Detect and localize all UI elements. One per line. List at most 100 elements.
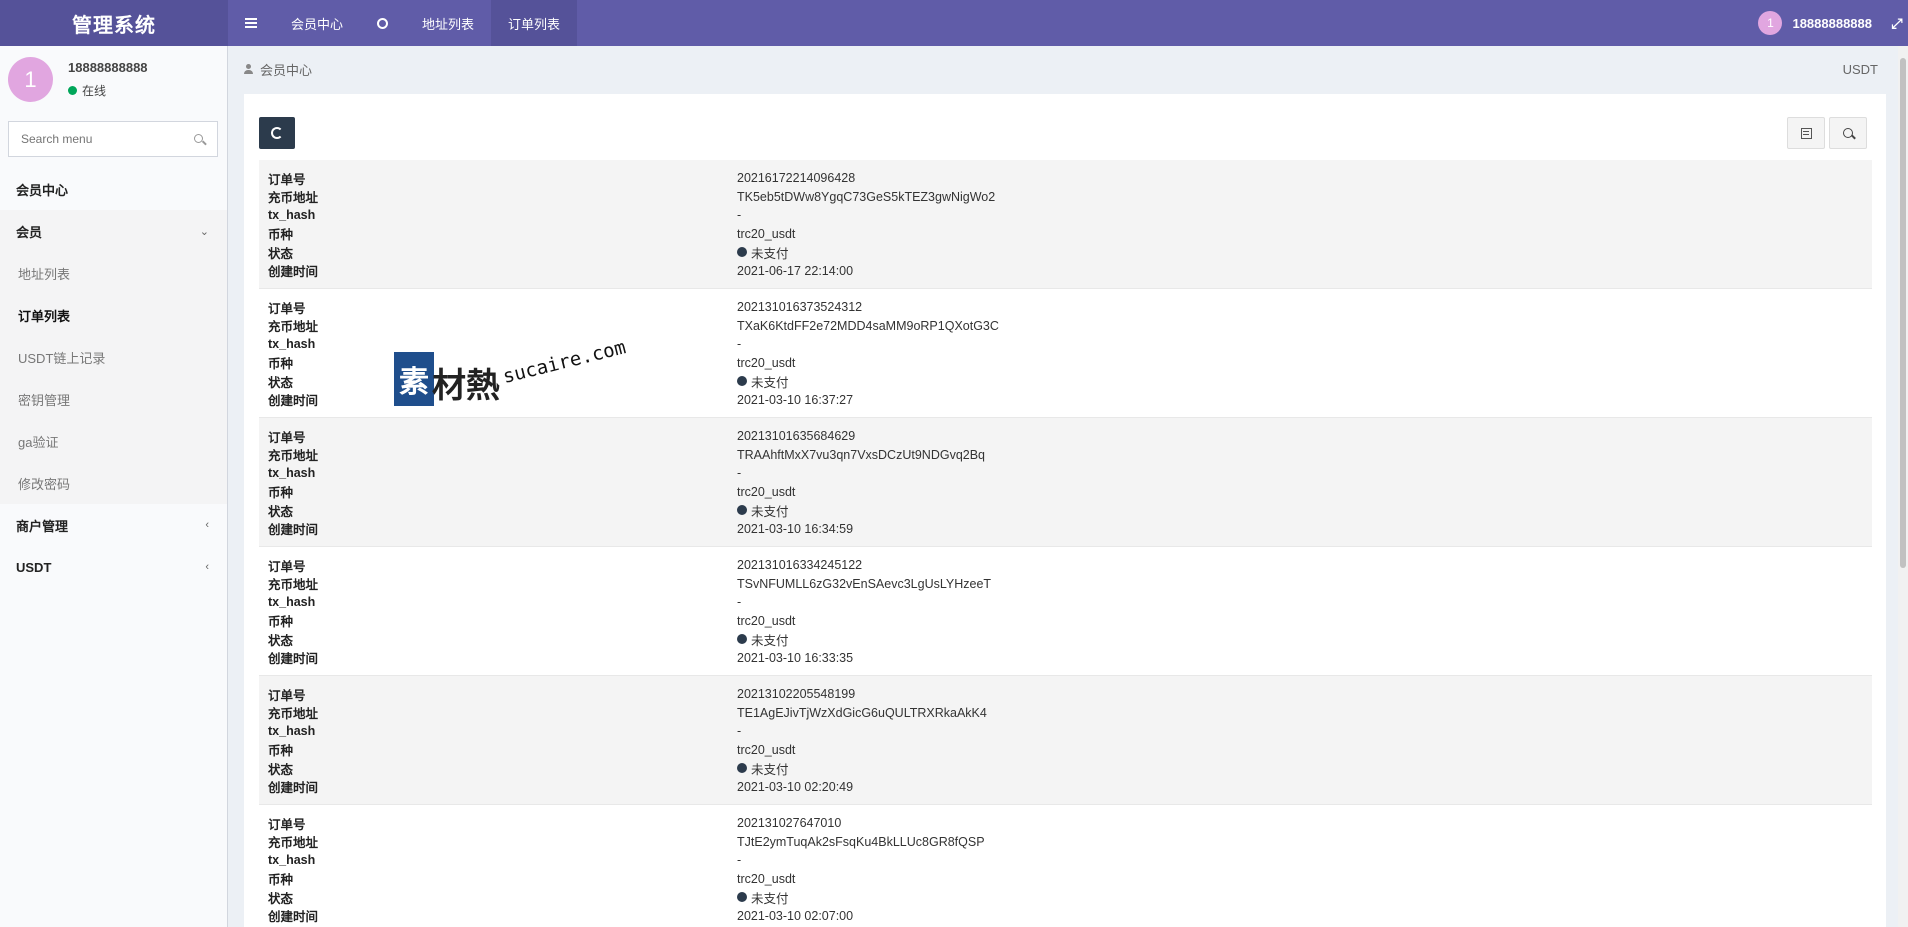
field-line-tx-hash: tx_hash - [259,851,1872,870]
field-line-order-no: 订单号 20216172214096428 [259,169,1872,188]
user-menu[interactable]: 1 18888888888 [1744,11,1886,35]
top-nav: 会员中心 地址列表 订单列表 [228,0,578,46]
field-label: tx_hash [268,208,316,223]
top-right-area: 1 18888888888 ⤢ [1744,0,1908,46]
list-item: 订单号 202131027647010 充币地址 TJtE2ymTuqAk2sFsqK… [259,805,1872,927]
sidebar-item-usdt-records[interactable]: USDT链上记录 [0,336,227,378]
search-button[interactable] [1829,117,1867,149]
field-line-tx-hash: tx_hash - [259,206,1872,225]
search-icon[interactable] [194,134,203,143]
sidebar-item-merchant[interactable]: 商户管理 ‹ [0,504,227,546]
breadcrumb-current[interactable]: 会员中心 [260,60,312,79]
field-label: 币种 [268,744,294,759]
list-item: 订单号 202131016334245122 充币地址 TSvNFUMLL6zG32v… [259,547,1872,676]
member-submenu: 地址列表 订单列表 USDT链上记录 密钥管理 ga验证 修改密码 [0,252,227,504]
user-name: 18888888888 [1792,15,1872,31]
avatar: 1 [1758,11,1783,35]
field-line-tx-hash: tx_hash - [259,593,1872,612]
sidebar-item-usdt[interactable]: USDT ‹ [0,546,227,588]
status-badge: 未支付 [751,375,789,390]
field-value-address: TSvNFUMLL6zG32vEnSAevc3LgUsLYHzeeT [737,576,992,591]
field-value-coin: trc20_usdt [737,613,796,628]
status-dot-icon [737,376,747,387]
field-label: tx_hash [268,595,316,610]
field-line-created: 创建时间 2021-03-10 16:34:59 [259,520,1872,539]
field-label: 订单号 [268,172,306,187]
field-value-status: 未支付 [737,243,789,262]
field-line-status: 状态 未支付 [259,888,1872,907]
field-line-address: 充币地址 TXaK6KtdFF2e72MDD4saMM9oRP1QXotG3C [259,317,1872,336]
vertical-scrollbar[interactable] [1898,46,1908,927]
field-value-coin: trc20_usdt [737,226,796,241]
tab-address-list[interactable]: 地址列表 [405,0,491,46]
field-line-status: 状态 未支付 [259,501,1872,520]
toggle-view-button[interactable] [1787,117,1825,149]
status-dot-icon [737,247,747,258]
field-line-address: 充币地址 TK5eb5tDWw8YgqC73GeS5kTEZ3gwNigWo2 [259,188,1872,207]
field-value-address: TXaK6KtdFF2e72MDD4saMM9oRP1QXotG3C [737,318,999,333]
field-label: 状态 [268,246,294,261]
field-value-created: 2021-03-10 16:37:27 [737,392,854,407]
status-badge: 未支付 [751,633,789,648]
sidebar-item-change-password[interactable]: 修改密码 [0,462,227,504]
search-input[interactable] [9,122,179,156]
sidebar-toggle-button[interactable] [228,0,274,46]
watermark-mark: 素 [394,352,434,406]
user-panel: 1 18888888888 在线 [0,46,227,118]
scrollbar-thumb[interactable] [1900,58,1906,568]
field-label: 订单号 [268,817,306,832]
refresh-button[interactable] [259,117,295,149]
field-value-address: TJtE2ymTuqAk2sFsqKu4BkLLUc8GR8fQSP [737,834,985,849]
field-label: tx_hash [268,466,316,481]
sidebar-item-key-management[interactable]: 密钥管理 [0,378,227,420]
field-value-tx-hash: - [737,208,742,223]
tab-order-list[interactable]: 订单列表 [491,0,578,46]
field-label: 币种 [268,873,294,888]
field-label: 订单号 [268,559,306,574]
chevron-left-icon: ‹ [205,519,209,531]
field-line-created: 创建时间 2021-06-17 22:14:00 [259,262,1872,281]
field-value-order-no: 202131016334245122 [737,558,863,573]
list-item: 订单号 20213101635684629 充币地址 TRAAhftMxX7vu3qn… [259,418,1872,547]
sidebar-item-order-list[interactable]: 订单列表 [0,294,227,336]
brand-logo[interactable]: 管理系统 [0,0,228,46]
field-line-address: 充币地址 TJtE2ymTuqAk2sFsqKu4BkLLUc8GR8fQSP [259,833,1872,852]
fullscreen-icon[interactable]: ⤢ [1886,0,1908,46]
field-value-order-no: 202131016373524312 [737,300,863,315]
field-value-coin: trc20_usdt [737,355,796,370]
field-line-order-no: 订单号 202131016373524312 [259,298,1872,317]
sidebar-item-ga-verify[interactable]: ga验证 [0,420,227,462]
tab-circle-button[interactable] [360,0,405,46]
online-status: 在线 [68,82,106,99]
sidebar-item-address-list[interactable]: 地址列表 [0,252,227,294]
field-value-tx-hash: - [737,337,742,352]
field-label: 充币地址 [268,578,319,593]
field-line-address: 充币地址 TRAAhftMxX7vu3qn7VxsDCzUt9NDGvq2Bq [259,446,1872,465]
field-value-created: 2021-03-10 16:34:59 [737,521,854,536]
breadcrumb-right-label: USDT [1842,61,1878,77]
field-line-order-no: 订单号 202131016334245122 [259,556,1872,575]
field-label: 币种 [268,615,294,630]
field-label: tx_hash [268,724,316,739]
user-icon [244,64,253,74]
chevron-left-icon: ‹ [205,561,209,573]
sidebar-item-member[interactable]: 会员 ⌄ [0,210,227,252]
sidebar-item-member-center[interactable]: 会员中心 [0,168,227,210]
field-line-order-no: 订单号 20213101635684629 [259,427,1872,446]
field-line-coin: 币种 trc20_usdt [259,741,1872,760]
main-content: 会员中心 USDT 订单号 20216172214096428 充币地址 TK5eb5… [228,46,1898,927]
field-value-status: 未支付 [737,501,789,520]
field-label: 创建时间 [268,652,319,667]
order-panel: 订单号 20216172214096428 充币地址 TK5eb5tDWw8YgqC7… [244,94,1886,927]
field-label: 充币地址 [268,707,319,722]
sidebar-item-label: 会员中心 [16,182,69,198]
field-line-coin: 币种 trc20_usdt [259,225,1872,244]
tab-member-center[interactable]: 会员中心 [274,0,360,46]
status-badge: 未支付 [751,891,789,906]
list-item: 订单号 20213102205548199 充币地址 TE1AgEJivTjWzXdG… [259,676,1872,805]
field-value-tx-hash: - [737,595,742,610]
field-value-created: 2021-03-10 02:20:49 [737,779,854,794]
field-line-status: 状态 未支付 [259,630,1872,649]
sidebar: 1 18888888888 在线 会员中心 会员 ⌄ 地址列表 订单列表 USD… [0,46,228,927]
field-value-coin: trc20_usdt [737,742,796,757]
